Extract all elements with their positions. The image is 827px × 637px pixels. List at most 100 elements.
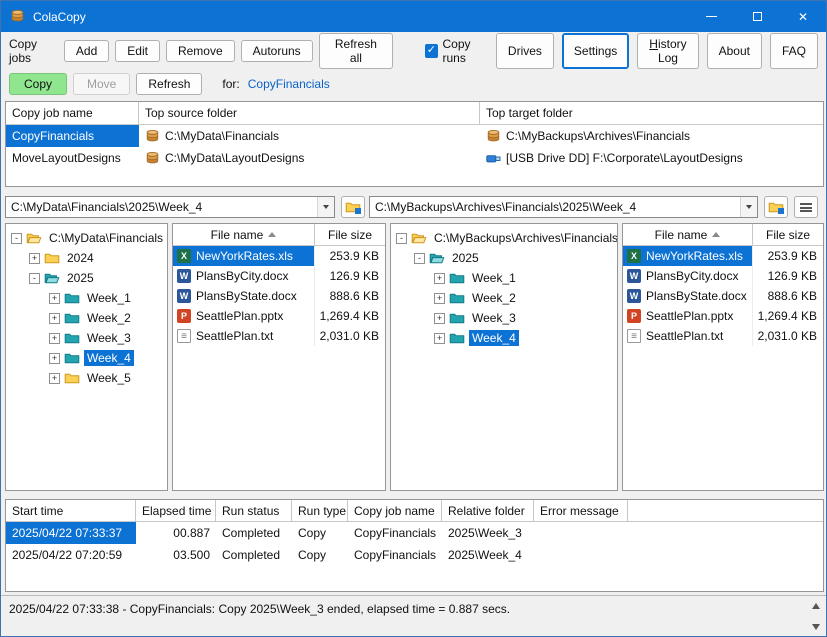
remove-button[interactable]: Remove <box>165 39 235 62</box>
column-header-run-type[interactable]: Run type <box>292 500 348 521</box>
elapsed-cell: 03.500 <box>173 548 210 562</box>
file-row[interactable]: SeattlePlan.txt 2,031.0 KB <box>173 326 385 346</box>
tree-node[interactable]: + Week_3 <box>391 308 617 328</box>
tree-node[interactable]: - 2025 <box>6 268 167 288</box>
file-row-selected[interactable]: NewYorkRates.xls 253.9 KB <box>173 246 385 266</box>
faq-button[interactable]: FAQ <box>769 32 818 69</box>
tree-node[interactable]: + Week_3 <box>6 328 167 348</box>
current-job-link[interactable]: CopyFinancials <box>248 77 330 91</box>
column-header-file-name[interactable]: File name <box>623 224 753 245</box>
combo-dropdown-button[interactable] <box>317 197 334 217</box>
source-path-combobox[interactable]: C:\MyData\Financials\2025\Week_4 <box>5 196 335 218</box>
tree-node[interactable]: - 2025 <box>391 248 617 268</box>
start-time-cell[interactable]: 2025/04/22 07:20:59 <box>6 544 136 566</box>
file-row[interactable]: PlansByState.docx 888.6 KB <box>173 286 385 306</box>
tree-node[interactable]: + Week_1 <box>6 288 167 308</box>
drives-button[interactable]: Drives <box>495 32 554 69</box>
column-header-error-message[interactable]: Error message <box>534 500 628 521</box>
file-row[interactable]: PlansByState.docx 888.6 KB <box>623 286 823 306</box>
file-row[interactable]: SeattlePlan.txt 2,031.0 KB <box>623 326 823 346</box>
column-header-file-size[interactable]: File size <box>753 224 823 245</box>
settings-button[interactable]: Settings <box>561 32 630 69</box>
column-header-start-time[interactable]: Start time <box>6 500 136 521</box>
file-row-selected[interactable]: NewYorkRates.xls 253.9 KB <box>623 246 823 266</box>
job-name-cell[interactable]: CopyFinancials <box>6 125 139 147</box>
job-source-cell[interactable]: C:\MyData\Financials <box>139 125 480 147</box>
job-name-cell[interactable]: MoveLayoutDesigns <box>6 147 139 169</box>
minimize-button[interactable] <box>688 1 734 32</box>
about-button[interactable]: About <box>706 32 762 69</box>
column-header-file-size[interactable]: File size <box>315 224 385 245</box>
close-button[interactable]: ✕ <box>780 1 826 32</box>
column-header-elapsed-time[interactable]: Elapsed time <box>136 500 216 521</box>
job-target-cell[interactable]: [USB Drive DD] F:\Corporate\LayoutDesign… <box>480 147 823 169</box>
expander-icon[interactable]: + <box>29 252 40 264</box>
combo-dropdown-button[interactable] <box>740 197 757 217</box>
tree-node[interactable]: + Week_2 <box>6 308 167 328</box>
tree-node[interactable]: - C:\MyData\Financials <box>6 228 167 248</box>
status-cell: Completed <box>222 548 281 562</box>
file-row[interactable]: SeattlePlan.pptx 1,269.4 KB <box>623 306 823 326</box>
column-header-run-status[interactable]: Run status <box>216 500 292 521</box>
column-header-job-name[interactable]: Copy job name <box>6 102 139 124</box>
expander-icon[interactable]: + <box>434 332 445 344</box>
scroll-up-button[interactable] <box>807 598 824 613</box>
file-row[interactable]: PlansByCity.docx 126.9 KB <box>623 266 823 286</box>
target-path-value[interactable]: C:\MyBackups\Archives\Financials\2025\We… <box>370 197 740 217</box>
job-row[interactable]: CopyFinancials C:\MyData\Financials C:\M… <box>6 125 823 147</box>
expander-icon[interactable]: - <box>11 232 22 244</box>
expander-icon[interactable]: - <box>29 272 40 284</box>
file-row[interactable]: SeattlePlan.pptx 1,269.4 KB <box>173 306 385 326</box>
status-bar: 2025/04/22 07:33:38 - CopyFinancials: Co… <box>1 595 826 636</box>
copy-runs-checkbox[interactable]: ✓ Copy runs <box>425 37 490 65</box>
history-log-button[interactable]: History Log <box>637 32 699 69</box>
history-row[interactable]: 2025/04/22 07:20:59 03.500 Completed Cop… <box>6 544 823 566</box>
expander-icon[interactable]: + <box>49 312 60 324</box>
column-header-copy-job-name[interactable]: Copy job name <box>348 500 442 521</box>
expander-icon[interactable]: - <box>414 252 425 264</box>
autoruns-button[interactable]: Autoruns <box>240 39 313 62</box>
tree-node-selected[interactable]: + Week_4 <box>6 348 167 368</box>
scroll-down-button[interactable] <box>807 619 824 634</box>
tree-node[interactable]: + Week_1 <box>391 268 617 288</box>
folder-cell: 2025\Week_4 <box>448 548 522 562</box>
refresh-all-button[interactable]: Refresh all <box>318 32 394 69</box>
column-header-target-folder[interactable]: Top target folder <box>480 102 823 124</box>
edit-button[interactable]: Edit <box>115 39 160 62</box>
start-time-cell[interactable]: 2025/04/22 07:33:37 <box>6 522 136 544</box>
source-browse-folder-button[interactable] <box>341 196 365 218</box>
column-header-file-name[interactable]: File name <box>173 224 315 245</box>
copy-button[interactable]: Copy <box>9 73 68 95</box>
job-target-cell[interactable]: C:\MyBackups\Archives\Financials <box>480 125 823 147</box>
refresh-button[interactable]: Refresh <box>136 73 203 95</box>
expander-icon[interactable]: + <box>49 292 60 304</box>
expander-icon[interactable]: - <box>396 232 407 244</box>
expander-icon[interactable]: + <box>434 312 445 324</box>
target-path-combobox[interactable]: C:\MyBackups\Archives\Financials\2025\We… <box>369 196 758 218</box>
status-cell: Completed <box>222 526 281 540</box>
tree-node[interactable]: + 2024 <box>6 248 167 268</box>
job-source-cell[interactable]: C:\MyData\LayoutDesigns <box>139 147 480 169</box>
maximize-button[interactable] <box>734 1 780 32</box>
blue-corner-icon <box>355 208 361 214</box>
history-row-selected[interactable]: 2025/04/22 07:33:37 00.887 Completed Cop… <box>6 522 823 544</box>
tree-node-selected[interactable]: + Week_4 <box>391 328 617 348</box>
column-header-source-folder[interactable]: Top source folder <box>139 102 480 124</box>
source-path-value[interactable]: C:\MyData\Financials\2025\Week_4 <box>6 197 317 217</box>
tree-node[interactable]: - C:\MyBackups\Archives\Financials <box>391 228 617 248</box>
expander-icon[interactable]: + <box>49 372 60 384</box>
add-button[interactable]: Add <box>63 39 110 62</box>
file-row[interactable]: PlansByCity.docx 126.9 KB <box>173 266 385 286</box>
tree-node[interactable]: + Week_5 <box>6 368 167 388</box>
expander-icon[interactable]: + <box>49 332 60 344</box>
expander-icon[interactable]: + <box>49 352 60 364</box>
expander-icon[interactable]: + <box>434 272 445 284</box>
target-browse-folder-button[interactable] <box>764 196 788 218</box>
tree-node-label: Week_1 <box>472 271 516 285</box>
column-header-relative-folder[interactable]: Relative folder <box>442 500 534 521</box>
tree-node[interactable]: + Week_2 <box>391 288 617 308</box>
move-button[interactable]: Move <box>73 73 131 95</box>
job-row[interactable]: MoveLayoutDesigns C:\MyData\LayoutDesign… <box>6 147 823 169</box>
target-view-options-button[interactable] <box>794 196 818 218</box>
expander-icon[interactable]: + <box>434 292 445 304</box>
